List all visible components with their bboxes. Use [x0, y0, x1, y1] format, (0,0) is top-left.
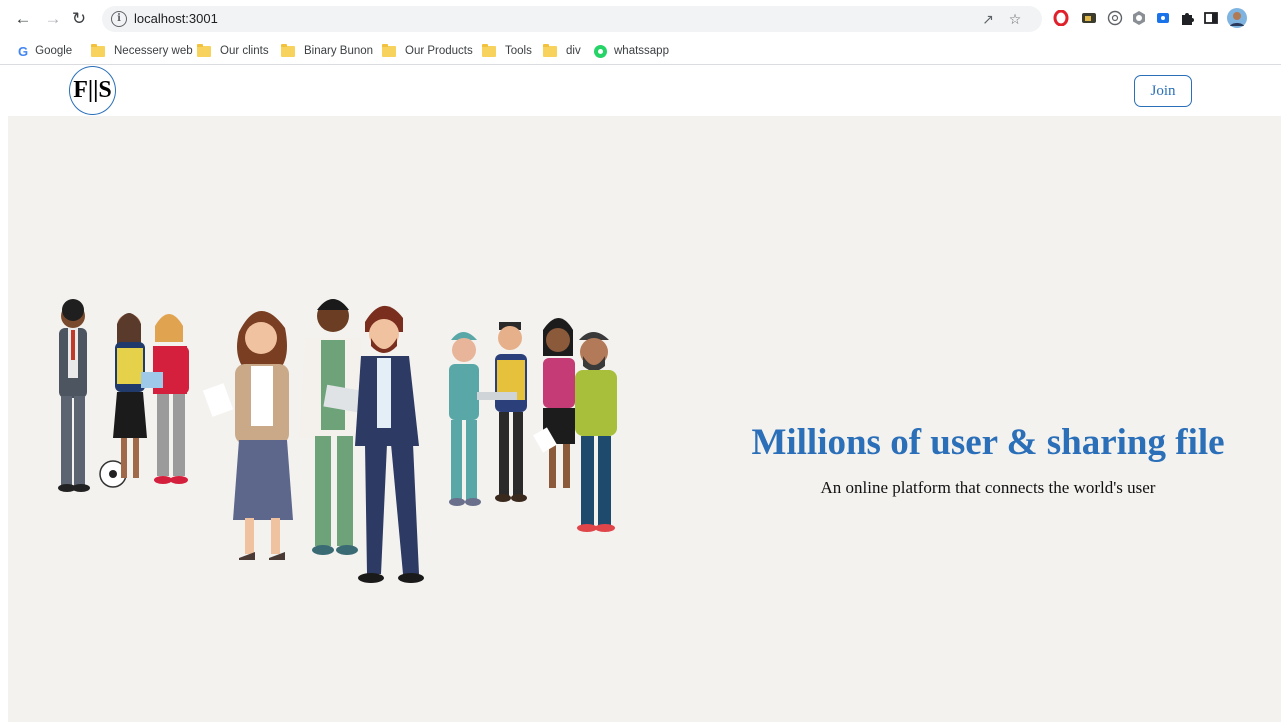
side-panel-icon[interactable]	[1203, 10, 1219, 26]
person-figure	[113, 313, 147, 478]
forward-arrow-icon[interactable]: →	[42, 8, 64, 30]
browser-toolbar: ← → ↻ i localhost:3001 ↗ ☆	[0, 0, 1281, 38]
person-figure	[477, 322, 527, 502]
bookmark-binary-bunon[interactable]: Binary Bunon	[281, 42, 373, 60]
url-text: localhost:3001	[134, 11, 218, 26]
person-figure	[141, 314, 189, 484]
folder-icon	[482, 43, 496, 57]
address-bar[interactable]: i localhost:3001 ↗ ☆	[102, 6, 1042, 32]
opera-extension-icon[interactable]	[1053, 10, 1069, 26]
share-icon[interactable]: ↗	[980, 11, 996, 27]
extension-icon[interactable]	[1131, 10, 1147, 26]
site-info-icon[interactable]: i	[111, 11, 127, 27]
profile-avatar-icon[interactable]	[1227, 8, 1247, 28]
extension-icon[interactable]	[1155, 10, 1171, 26]
bookmark-label: Necessery web	[114, 45, 193, 57]
bookmark-star-icon[interactable]: ☆	[1007, 11, 1023, 27]
people-illustration	[58, 299, 617, 583]
bookmark-our-clints[interactable]: Our clints	[197, 42, 269, 60]
bookmark-label: Tools	[505, 45, 532, 57]
bookmark-label: div	[566, 45, 581, 57]
site-logo[interactable]: F||S	[69, 66, 116, 115]
bookmark-necessery-web[interactable]: Necessery web	[91, 42, 193, 60]
folder-icon	[197, 43, 211, 57]
bookmark-our-products[interactable]: Our Products	[382, 42, 473, 60]
bookmark-div[interactable]: div	[543, 42, 581, 60]
extension-icon[interactable]	[1081, 10, 1097, 26]
google-icon: G	[18, 43, 29, 59]
bookmark-label: whatssapp	[614, 45, 669, 57]
person-figure	[58, 299, 127, 492]
reload-icon[interactable]: ↻	[68, 8, 90, 30]
person-figure	[575, 332, 617, 532]
site-header: F||S Join	[0, 66, 1281, 116]
bookmark-label: Our clints	[220, 45, 269, 57]
folder-icon	[543, 43, 557, 57]
person-figure	[202, 310, 293, 560]
whatsapp-icon	[594, 44, 607, 58]
bookmark-label: Binary Bunon	[304, 45, 374, 57]
puzzle-extensions-icon[interactable]	[1179, 10, 1195, 26]
hero-subtitle: An online platform that connects the wor…	[820, 478, 1156, 497]
folder-icon	[91, 43, 105, 57]
bookmark-google[interactable]: G Google	[18, 42, 72, 60]
bookmarks-bar: G Google Necessery web Our clints Binary…	[0, 38, 1281, 65]
folder-icon	[281, 43, 295, 57]
person-figure	[533, 318, 575, 488]
join-button[interactable]: Join	[1134, 75, 1192, 107]
folder-icon	[382, 43, 396, 57]
bookmark-whatssapp[interactable]: whatssapp	[594, 42, 669, 60]
person-figure	[449, 332, 481, 506]
bookmark-label: Google	[35, 45, 73, 57]
bookmark-tools[interactable]: Tools	[482, 42, 532, 60]
hero-title: Millions of user & sharing file	[751, 422, 1225, 463]
back-arrow-icon[interactable]: ←	[12, 8, 34, 30]
hero-section: Millions of user & sharing file An onlin…	[8, 116, 1281, 722]
person-figure	[355, 305, 424, 583]
bookmark-label: Our Products	[405, 45, 473, 57]
extension-icon[interactable]	[1107, 10, 1123, 26]
